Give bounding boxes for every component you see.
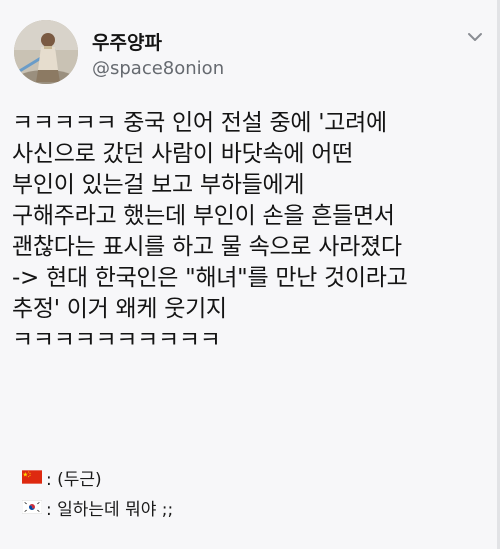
reaction-list: : (두근) : 일하는데 뭐야 ;;	[22, 462, 482, 522]
reaction-row-korea: : 일하는데 뭐야 ;;	[22, 492, 482, 522]
china-flag-icon	[22, 470, 42, 484]
reaction-text: : (두근)	[46, 469, 102, 490]
tweet-text-line: 부인이 있는걸 보고 부하들에게	[12, 172, 305, 198]
reaction-text: : 일하는데 뭐야 ;;	[46, 499, 174, 520]
tweet-text-line: ㅋㅋㅋㅋㅋㅋㅋㅋㅋㅋ	[12, 327, 221, 353]
avatar[interactable]	[14, 20, 78, 84]
avatar-character-icon	[14, 20, 78, 84]
tweet-card: 우주양파 @space8onion ㅋㅋㅋㅋㅋ 중국 인어 전설 중에 '고려에…	[0, 0, 500, 549]
tweet-text-line: 구해주라고 했는데 부인이 손을 흔들면서	[12, 203, 395, 229]
tweet-text-line: 괜찮다는 표시를 하고 물 속으로 사라졌다	[12, 234, 402, 260]
tweet-text-line: -> 현대 한국인은 "해녀"를 만난 것이라고	[12, 265, 408, 291]
tweet-text-line: ㅋㅋㅋㅋㅋ 중국 인어 전설 중에 '고려에	[12, 110, 387, 136]
tweet-text-line: 사신으로 갔던 사람이 바닷속에 어떤	[12, 141, 353, 167]
chevron-down-icon[interactable]	[464, 26, 486, 48]
south-korea-flag-icon	[22, 500, 42, 514]
user-handle[interactable]: @space8onion	[92, 58, 224, 79]
tweet-text-line: 추정' 이거 왜케 웃기지	[12, 296, 227, 322]
reaction-row-china: : (두근)	[22, 462, 482, 492]
display-name[interactable]: 우주양파	[92, 28, 162, 55]
tweet-text: ㅋㅋㅋㅋㅋ 중국 인어 전설 중에 '고려에 사신으로 갔던 사람이 바닷속에 …	[12, 108, 492, 356]
